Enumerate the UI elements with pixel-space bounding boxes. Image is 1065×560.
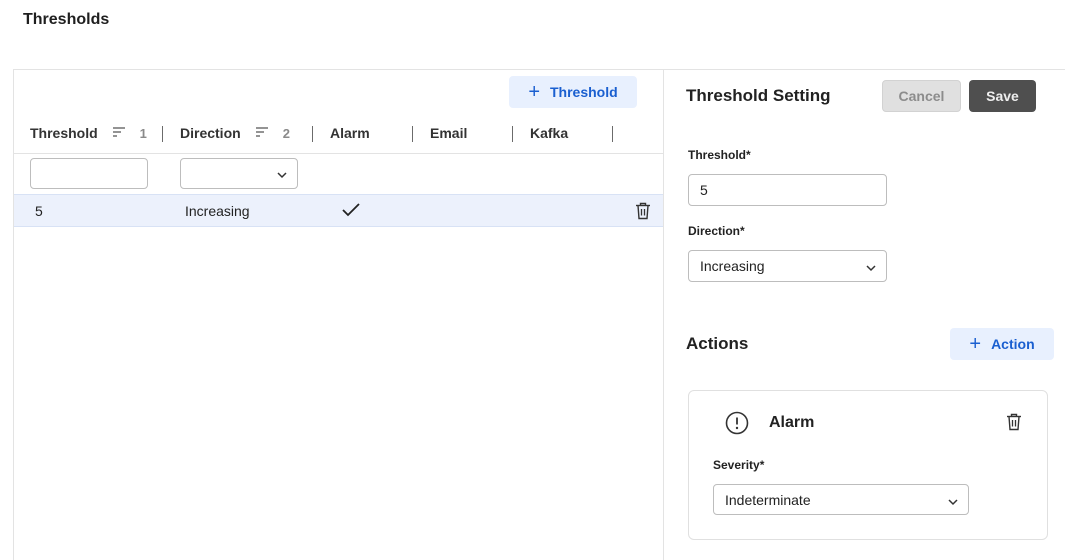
add-threshold-label: Threshold <box>550 84 618 100</box>
action-card-alarm: Alarm Severity* Indeterminate <box>688 390 1048 540</box>
filter-row <box>14 155 663 194</box>
column-header-threshold[interactable]: Threshold 1 <box>30 125 147 141</box>
chevron-down-icon <box>276 168 288 186</box>
chevron-down-icon <box>865 261 877 277</box>
column-header-direction[interactable]: Direction 2 <box>180 125 290 141</box>
check-icon <box>341 202 361 223</box>
severity-select[interactable]: Indeterminate <box>713 484 969 515</box>
plus-icon: + <box>528 81 540 103</box>
panel-divider <box>663 70 664 560</box>
threshold-setting-title: Threshold Setting <box>686 86 831 105</box>
direction-filter-select[interactable] <box>180 158 298 189</box>
add-action-button[interactable]: + Action <box>950 328 1054 360</box>
column-resize-handle[interactable] <box>512 126 513 142</box>
column-label: Alarm <box>330 125 370 141</box>
add-action-label: Action <box>991 336 1035 352</box>
add-threshold-button[interactable]: + Threshold <box>509 76 637 108</box>
chevron-down-icon <box>947 495 959 511</box>
severity-select-value: Indeterminate <box>725 491 811 508</box>
action-title: Alarm <box>769 414 815 431</box>
sort-icon[interactable] <box>255 125 269 141</box>
severity-field-label: Severity* <box>713 458 765 472</box>
column-resize-handle[interactable] <box>612 126 613 142</box>
alert-circle-icon <box>725 411 749 440</box>
table-header: Threshold 1 Direction 2 Alarm Email Kafk… <box>14 118 663 154</box>
cancel-button[interactable]: Cancel <box>882 80 961 112</box>
direction-select[interactable]: Increasing <box>688 250 887 282</box>
column-header-kafka[interactable]: Kafka <box>530 125 568 141</box>
sort-icon[interactable] <box>112 125 126 141</box>
direction-select-value: Increasing <box>700 258 765 274</box>
top-divider <box>13 69 1065 70</box>
column-header-alarm[interactable]: Alarm <box>330 125 370 141</box>
column-header-email[interactable]: Email <box>430 125 467 141</box>
column-resize-handle[interactable] <box>162 126 163 142</box>
cell-threshold: 5 <box>35 203 43 219</box>
threshold-input[interactable]: 5 <box>688 174 887 206</box>
plus-icon: + <box>969 333 982 355</box>
direction-field-label: Direction* <box>688 224 745 238</box>
column-label: Direction <box>180 125 241 141</box>
page-title: Thresholds <box>23 11 110 28</box>
column-label: Threshold <box>30 125 98 141</box>
cell-direction: Increasing <box>185 203 250 219</box>
column-resize-handle[interactable] <box>412 126 413 142</box>
sort-order-badge: 1 <box>139 125 147 141</box>
trash-icon[interactable] <box>1006 413 1022 436</box>
actions-title: Actions <box>686 334 749 353</box>
threshold-filter-input[interactable] <box>30 158 148 189</box>
save-button[interactable]: Save <box>969 80 1036 112</box>
sort-order-badge: 2 <box>282 125 290 141</box>
column-resize-handle[interactable] <box>312 126 313 142</box>
table-row[interactable]: 5 Increasing <box>14 194 663 227</box>
column-label: Kafka <box>530 125 569 141</box>
column-label: Email <box>430 125 468 141</box>
trash-icon[interactable] <box>635 202 651 225</box>
threshold-field-label: Threshold* <box>688 148 751 162</box>
